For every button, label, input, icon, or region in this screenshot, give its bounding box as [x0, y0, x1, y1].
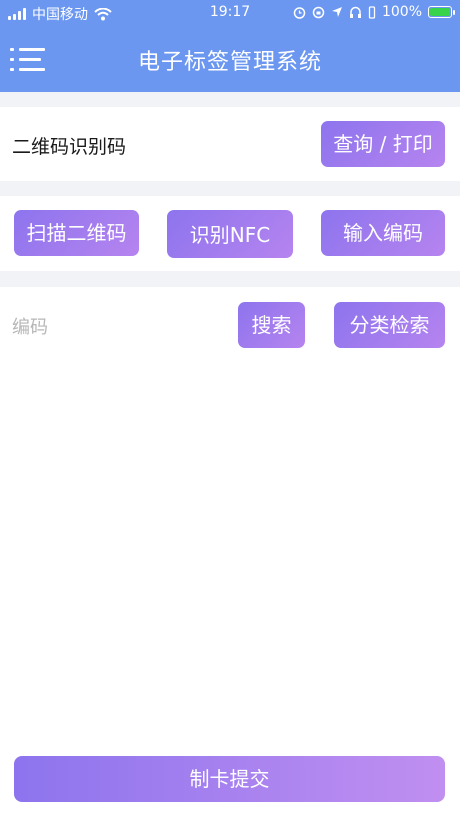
- section-divider: [0, 181, 460, 196]
- identify-nfc-button[interactable]: 识别NFC: [167, 210, 293, 258]
- section-divider: [0, 271, 460, 287]
- status-right: 100%: [293, 4, 455, 20]
- nav-bar: 电子标签管理系统: [0, 26, 460, 92]
- qr-code-label: 二维码识别码: [12, 136, 127, 158]
- alarm-icon: [293, 6, 306, 19]
- search-button[interactable]: 搜索: [238, 302, 305, 348]
- rotation-lock-icon: [312, 6, 325, 18]
- headphones-icon: [349, 6, 361, 18]
- scan-qr-button[interactable]: 扫描二维码: [14, 210, 139, 256]
- category-search-button[interactable]: 分类检索: [334, 302, 445, 348]
- location-icon: [331, 7, 342, 17]
- battery-percent: 100%: [381, 4, 422, 20]
- query-print-button[interactable]: 查询 / 打印: [321, 121, 445, 167]
- vibrate-icon: [368, 5, 376, 19]
- page-title: 电子标签管理系统: [137, 50, 322, 75]
- submit-card-button[interactable]: 制卡提交: [14, 756, 445, 802]
- battery-icon: [428, 6, 455, 18]
- input-code-button[interactable]: 输入编码: [321, 210, 445, 256]
- section-divider: [0, 92, 460, 107]
- code-input[interactable]: 编码: [12, 313, 222, 339]
- status-bar: 中国移动 19:17 100%: [0, 0, 460, 26]
